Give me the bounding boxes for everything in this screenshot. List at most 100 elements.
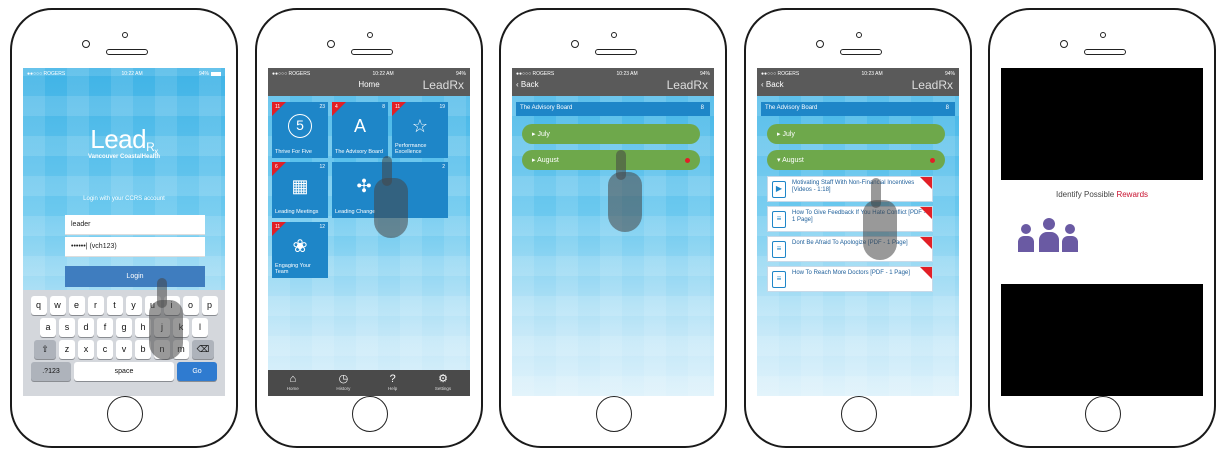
new-badge (920, 237, 932, 249)
password-field[interactable]: ••••••| (vch123) (65, 237, 205, 257)
brand-logo: LeadRx (666, 78, 708, 92)
front-camera (1100, 32, 1106, 38)
hand-pointer-icon (608, 150, 642, 232)
key-f[interactable]: f (97, 318, 113, 337)
document-icon: ≡ (772, 271, 786, 288)
clock-label: 10:23 AM (861, 71, 883, 77)
camera-icon (327, 40, 335, 48)
key-g[interactable]: g (116, 318, 132, 337)
tile-performance-excellence[interactable]: 11 19 ☆ Performance Excellence (392, 102, 448, 158)
tab-settings[interactable]: ⚙ Settings (435, 370, 451, 396)
home-button[interactable] (352, 396, 388, 432)
hand-pointer-icon (863, 178, 897, 260)
key-a[interactable]: a (40, 318, 56, 337)
carrier-label: ●●○○○ ROGERS (761, 71, 800, 77)
unread-dot (685, 158, 690, 163)
home-button[interactable] (841, 396, 877, 432)
phone-advisory-collapsed: ●●○○○ ROGERS 10:23 AM 94% ‹ Back LeadRx … (499, 8, 727, 448)
key-q[interactable]: q (30, 296, 47, 315)
people-group-icon (1018, 218, 1081, 258)
doc-item[interactable]: ≡ How To Reach More Doctors [PDF - 1 Page… (767, 266, 933, 292)
video-heading: Identify Possible Rewards (1055, 190, 1149, 199)
advisory-screen: ●●○○○ ROGERS 10:23 AM 94% ‹ Back LeadRx … (512, 68, 714, 396)
new-badge (920, 177, 932, 189)
tab-help[interactable]: ? Help (388, 370, 397, 396)
login-button[interactable]: Login (65, 266, 205, 287)
speaker-grille (1084, 49, 1126, 55)
doc-item[interactable]: ≡ Dont Be Afraid To Apologize [PDF - 1 Pa… (767, 236, 933, 262)
back-button[interactable]: ‹ Back (516, 80, 539, 89)
keyboard-row: ⇧ z x c v b n m ⌫ (25, 340, 223, 359)
tile-leading-meetings[interactable]: 6 12 ▦ Leading Meetings (272, 162, 328, 218)
gear-icon: ⚙ (438, 373, 448, 385)
section-header: The Advisory Board 8 (516, 102, 710, 116)
key-r[interactable]: r (87, 296, 104, 315)
document-icon: ≡ (772, 211, 786, 228)
back-button[interactable]: ‹ Back (761, 80, 784, 89)
key-v[interactable]: v (116, 340, 132, 359)
tab-history[interactable]: ◷ History (336, 370, 350, 396)
login-screen: ●●○○○ ROGERS 10:22 AM 94% LeadRx Vancouv… (23, 68, 225, 396)
play-icon: ▶ (772, 181, 786, 198)
key-s[interactable]: s (59, 318, 75, 337)
ribbon-icon: ❀ (292, 236, 308, 256)
key-w[interactable]: w (49, 296, 66, 315)
key-y[interactable]: y (125, 296, 142, 315)
home-button[interactable] (596, 396, 632, 432)
month-july[interactable]: ▸ July (767, 124, 945, 144)
numbers-key[interactable]: .?123 (31, 362, 71, 381)
camera-icon (816, 40, 824, 48)
home-screen: ●●○○○ ROGERS 10:22 AM 94% Home LeadRx 11… (268, 68, 470, 396)
home-button[interactable] (1085, 396, 1121, 432)
key-o[interactable]: o (182, 296, 199, 315)
key-e[interactable]: e (68, 296, 85, 315)
brand-logo: LeadRx (911, 78, 953, 92)
doc-item[interactable]: ≡ How To Give Feedback If You Hate Confli… (767, 206, 933, 232)
arrows-icon: ✣ (356, 176, 372, 196)
front-camera (856, 32, 862, 38)
tab-bar: ⌂ Home ◷ History ? Help ⚙ Settings (268, 370, 470, 396)
tile-thrive-for-five[interactable]: 11 23 5 Thrive For Five (272, 102, 328, 158)
app-logo: LeadRx Vancouver CoastalHealth (23, 124, 225, 160)
home-button[interactable] (107, 396, 143, 432)
brand-logo: LeadRx (422, 78, 464, 92)
video-screen[interactable]: Identify Possible Rewards (1001, 68, 1203, 396)
home-icon: ⌂ (289, 373, 297, 385)
key-p[interactable]: p (201, 296, 218, 315)
month-august[interactable]: ▾ August (767, 150, 945, 170)
carrier-label: ●●○○○ ROGERS (272, 71, 311, 77)
month-july[interactable]: ▸ July (522, 124, 700, 144)
doc-item[interactable]: ▶ Motivating Staff With Non-Financial Inc… (767, 176, 933, 202)
shift-key-icon[interactable]: ⇧ (34, 340, 56, 359)
phone-advisory-expanded: ●●○○○ ROGERS 10:23 AM 94% ‹ Back LeadRx … (744, 8, 972, 448)
battery-label: 94% (699, 71, 710, 77)
battery-label: 94% (455, 71, 466, 77)
key-x[interactable]: x (78, 340, 94, 359)
key-z[interactable]: z (59, 340, 75, 359)
speaker-grille (595, 49, 637, 55)
battery-label: 94% (944, 71, 955, 77)
tile-advisory-board[interactable]: 48 A The Advisory Board (332, 102, 388, 158)
key-l[interactable]: l (192, 318, 208, 337)
front-camera (367, 32, 373, 38)
key-c[interactable]: c (97, 340, 113, 359)
go-key[interactable]: Go (177, 362, 217, 381)
carrier-label: ●●○○○ ROGERS (27, 71, 66, 77)
space-key[interactable]: space (74, 362, 174, 381)
camera-icon (1060, 40, 1068, 48)
hand-pointer-icon (149, 278, 183, 360)
phone-login: ●●○○○ ROGERS 10:22 AM 94% LeadRx Vancouv… (10, 8, 238, 448)
help-icon: ? (389, 373, 396, 385)
username-field[interactable]: leader (65, 215, 205, 235)
login-prompt: Login with your CCRS account (83, 196, 165, 202)
key-t[interactable]: t (106, 296, 123, 315)
star-icon: ☆ (411, 116, 429, 136)
on-screen-keyboard: q w e r t y u i o p a s d f g h j k l (23, 290, 225, 396)
tile-engaging-your-team[interactable]: 11 12 ❀ Engaging Your Team (272, 222, 328, 278)
key-d[interactable]: d (78, 318, 94, 337)
new-badge (920, 267, 932, 279)
month-august[interactable]: ▸ August (522, 150, 700, 170)
tab-home[interactable]: ⌂ Home (287, 370, 299, 396)
phone-video: Identify Possible Rewards (988, 8, 1216, 448)
backspace-key-icon[interactable]: ⌫ (192, 340, 214, 359)
